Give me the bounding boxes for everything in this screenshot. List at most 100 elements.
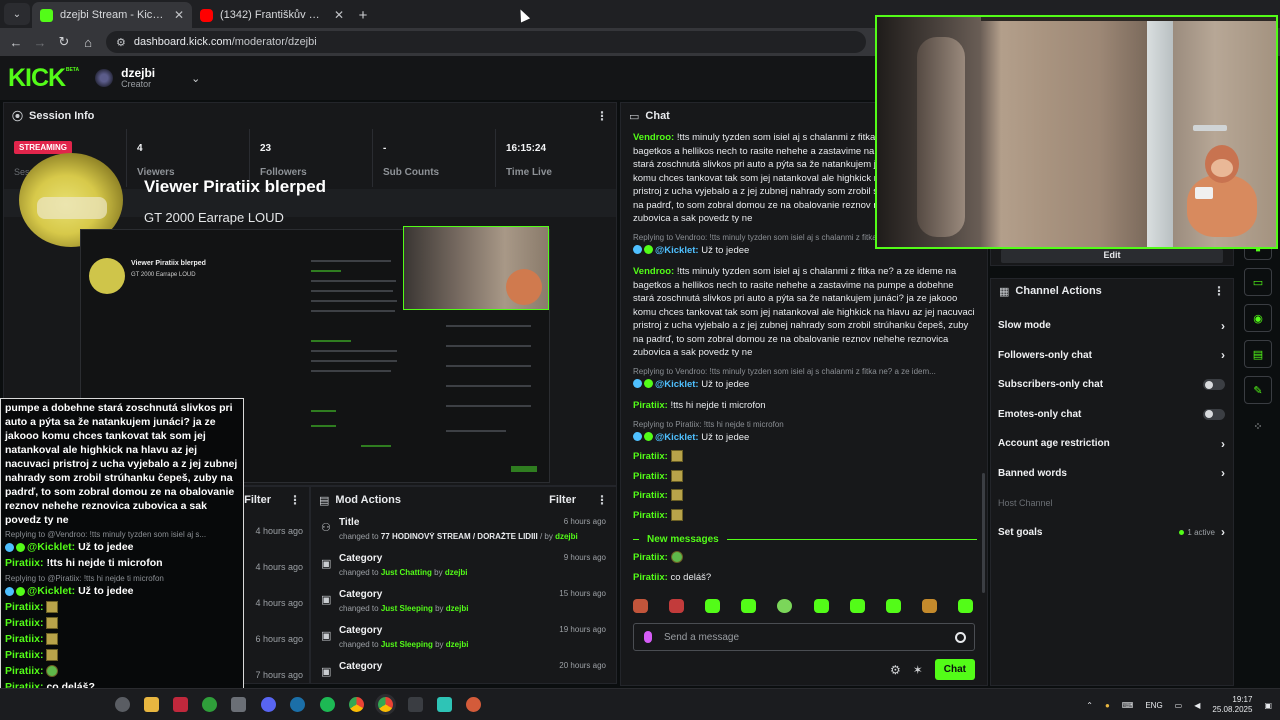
verified-badge-icon	[16, 586, 25, 596]
chrome-icon[interactable]	[349, 697, 364, 712]
chat-message[interactable]: Piratiix:	[633, 551, 977, 565]
chat-widget-button[interactable]: ▭	[1244, 268, 1272, 296]
emote-button[interactable]	[921, 599, 937, 613]
verified-badge-icon	[16, 542, 25, 552]
chat-message[interactable]: @Kicklet: Už to jedee	[633, 378, 977, 392]
tools-widget-button[interactable]: ✎	[1244, 376, 1272, 404]
new-tab-button[interactable]: +	[352, 2, 374, 28]
chat-scrollbar[interactable]	[982, 473, 985, 593]
audio-app-icon[interactable]	[408, 697, 423, 712]
back-icon[interactable]: ←	[4, 35, 28, 50]
preview-alert-subtitle: GT 2000 Earrape LOUD	[131, 272, 196, 278]
message-input[interactable]: Send a message	[633, 623, 975, 651]
chat-message[interactable]: Vendroo: !tts minuly tyzden som isiel aj…	[633, 265, 977, 360]
filter-button[interactable]: Filter	[549, 494, 576, 506]
overlay-line: Piratiix:	[5, 599, 239, 615]
broadcast-widget-button[interactable]: ◉	[1244, 304, 1272, 332]
mod-widget-button[interactable]: ▤	[1244, 340, 1272, 368]
bot-badge-icon	[633, 432, 642, 442]
chevron-down-icon: ⌄	[191, 72, 201, 85]
microphone-icon[interactable]: ●	[1105, 701, 1110, 710]
set-goals-row[interactable]: Set goals 1 active ›	[991, 518, 1233, 548]
emotes-only-toggle[interactable]	[1203, 408, 1225, 420]
more-options-icon[interactable]: ⋮	[1213, 284, 1225, 298]
emote-icon	[46, 633, 59, 646]
app-icon[interactable]	[231, 697, 246, 712]
settings-app-icon[interactable]	[115, 697, 130, 712]
send-chat-button[interactable]: Chat	[934, 659, 975, 680]
reload-icon[interactable]: ↻	[52, 34, 76, 50]
notification-icon[interactable]: ▣	[1264, 701, 1272, 710]
followers-only-row[interactable]: Followers-only chat ›	[991, 341, 1233, 371]
chevron-up-icon[interactable]: ⌃	[1086, 701, 1093, 710]
subscribers-only-toggle[interactable]	[1203, 379, 1225, 391]
overlay-reply-context: Replying to @Piratiix: !tts hi nejde ti …	[5, 574, 164, 583]
banned-words-row[interactable]: Banned words ›	[991, 459, 1233, 489]
message-placeholder: Send a message	[664, 631, 740, 643]
app-icon[interactable]	[437, 697, 452, 712]
emote-button[interactable]	[957, 599, 973, 613]
discord-icon[interactable]	[261, 697, 276, 712]
emote-button[interactable]	[849, 599, 865, 613]
chrome-active-icon[interactable]	[378, 697, 393, 712]
forward-icon[interactable]: →	[28, 35, 52, 50]
kick-logo[interactable]: KICK BETA	[8, 64, 79, 93]
file-explorer-icon[interactable]	[144, 697, 159, 712]
emoji-picker-icon[interactable]	[955, 631, 966, 643]
more-options-icon[interactable]: ⋮	[596, 109, 608, 123]
site-info-icon[interactable]: ⚙	[116, 36, 126, 49]
emote-button[interactable]	[777, 599, 793, 613]
url-field[interactable]: ⚙ dashboard.kick.com/moderator/dzejbi	[106, 31, 866, 53]
volume-icon[interactable]: ◀	[1194, 701, 1200, 710]
close-tab-icon[interactable]: ✕	[174, 8, 184, 22]
chat-message[interactable]: @Kicklet: Už to jedee	[633, 431, 977, 445]
emote-button[interactable]	[885, 599, 901, 613]
chat-message[interactable]: Piratiix: !tts hi nejde ti microfon	[633, 399, 977, 413]
channel-switcher[interactable]: dzejbi Creator ⌄	[95, 67, 200, 89]
microphone-icon[interactable]	[644, 631, 652, 643]
emote-button[interactable]	[813, 599, 829, 613]
emote-button[interactable]	[669, 599, 685, 613]
chat-message[interactable]: Piratiix:	[633, 469, 977, 484]
browser-tab-kick[interactable]: dzejbi Stream - Kick Dashboard ✕	[32, 2, 192, 28]
status-badge: STREAMING	[14, 141, 72, 154]
session-info-header: ⦿ Session Info ⋮	[4, 103, 616, 129]
gear-icon[interactable]: ⚙	[890, 663, 901, 677]
app-icon[interactable]	[466, 697, 481, 712]
language-indicator[interactable]: ENG	[1145, 701, 1162, 710]
chat-message[interactable]: Piratiix:	[633, 508, 977, 523]
emote-button[interactable]	[741, 599, 757, 613]
xbox-icon[interactable]	[202, 697, 217, 712]
steam-icon[interactable]	[290, 697, 305, 712]
verified-badge-icon	[644, 245, 653, 255]
filter-button[interactable]: Filter	[244, 494, 271, 506]
account-age-row[interactable]: Account age restriction ›	[991, 429, 1233, 459]
clock[interactable]: 19:17 25.08.2025	[1212, 695, 1252, 715]
chat-message[interactable]: Piratiix: co deláš?	[633, 571, 977, 585]
edit-button[interactable]: Edit	[1001, 249, 1223, 263]
browser-tab-youtube[interactable]: (1342) Františkův SMUTNÝ živo ✕	[192, 2, 352, 28]
channel-actions-header: ▦ Channel Actions ⋮	[991, 279, 1233, 303]
app-icon[interactable]	[173, 697, 188, 712]
spotify-icon[interactable]	[320, 697, 335, 712]
goals-status: 1 active	[1179, 528, 1215, 537]
event-time: 4 hours ago	[255, 562, 303, 572]
keyboard-icon[interactable]: ⌨	[1122, 701, 1134, 710]
badge-icon[interactable]: ✶	[913, 663, 923, 677]
new-messages-divider[interactable]: New messages	[633, 534, 977, 545]
chat-message[interactable]: Piratiix:	[633, 450, 977, 464]
overlay-line: Piratiix: !tts hi nejde ti microfon	[5, 557, 163, 569]
more-options-icon[interactable]: ⋮	[596, 493, 608, 507]
home-icon[interactable]: ⌂	[76, 35, 100, 50]
emote-button[interactable]	[633, 599, 648, 613]
apps-widget-button[interactable]: ⁘	[1244, 412, 1272, 440]
list-icon: ▤	[319, 494, 330, 507]
slow-mode-row[interactable]: Slow mode ›	[991, 311, 1233, 341]
emote-button[interactable]	[705, 599, 721, 613]
emote-icon	[670, 508, 683, 521]
more-options-icon[interactable]: ⋮	[289, 493, 301, 507]
close-tab-icon[interactable]: ✕	[334, 8, 344, 22]
tab-search-button[interactable]: ⌄	[4, 3, 30, 25]
chat-message[interactable]: Piratiix:	[633, 489, 977, 503]
network-icon[interactable]: ▭	[1175, 701, 1183, 710]
